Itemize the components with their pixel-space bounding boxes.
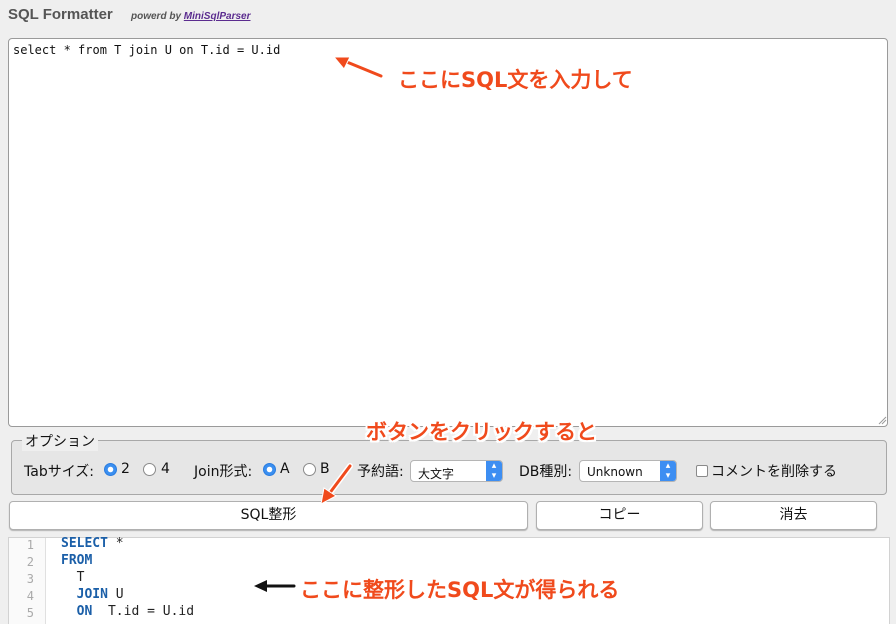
code-line: ON T.id = U.id	[61, 604, 194, 619]
code-text: T.id = U.id	[92, 604, 195, 619]
input-hint-annotation: ここにSQL文を入力して	[398, 68, 633, 92]
tab-size-label: Tabサイズ:	[24, 464, 94, 480]
tab-size-4-label: 4	[161, 461, 170, 477]
options-legend: オプション	[22, 431, 98, 451]
powered-by-text: powerd by	[131, 11, 182, 22]
remove-comments-label: コメントを削除する	[711, 464, 837, 480]
format-sql-button[interactable]: SQL整形	[9, 501, 528, 530]
code-keyword: ON	[61, 604, 93, 619]
code-keyword: FROM	[61, 553, 93, 568]
minisqlparser-link[interactable]: MiniSqlParser	[184, 11, 251, 22]
join-style-b-radio[interactable]	[303, 463, 316, 476]
join-style-a-radio[interactable]	[263, 463, 276, 476]
code-text: T	[61, 570, 85, 585]
code-line: JOIN U	[61, 587, 124, 602]
button-hint-arrow-icon	[320, 463, 353, 505]
reserved-words-label: 予約語:	[357, 464, 404, 480]
tab-size-2-radio[interactable]	[104, 463, 117, 476]
input-hint-arrow-icon	[332, 56, 384, 79]
db-type-label: DB種別:	[519, 464, 573, 480]
select-arrows-icon: ▴ ▾	[486, 461, 502, 481]
code-line: T	[61, 570, 85, 585]
tab-size-4-radio[interactable]	[143, 463, 156, 476]
line-number: 5	[26, 606, 34, 620]
output-hint-annotation: ここに整形したSQL文が得られる	[300, 578, 620, 602]
app-title: SQL Formatter	[8, 6, 113, 23]
code-line: SELECT *	[61, 536, 124, 551]
button-hint-annotation: ボタンをクリックすると	[366, 420, 597, 444]
select-arrows-icon: ▴ ▾	[660, 461, 676, 481]
resize-grip-icon[interactable]	[878, 416, 887, 425]
copy-button[interactable]: コピー	[536, 501, 703, 530]
code-text: U	[107, 587, 124, 602]
tab-size-2-label: 2	[121, 461, 130, 477]
db-type-value: Unknown	[587, 465, 643, 479]
clear-button[interactable]: 消去	[710, 501, 877, 530]
code-line: FROM	[61, 553, 92, 568]
code-keyword: SELECT	[61, 536, 108, 551]
remove-comments-checkbox[interactable]	[696, 465, 708, 477]
reserved-words-select[interactable]: 大文字 ▴ ▾	[410, 460, 503, 482]
line-number: 2	[26, 555, 34, 569]
code-text: *	[107, 536, 124, 551]
line-number: 4	[26, 589, 34, 603]
join-style-label: Join形式:	[194, 464, 253, 480]
output-hint-arrow-icon	[254, 580, 296, 592]
code-keyword: JOIN	[61, 587, 108, 602]
join-style-a-label: A	[280, 461, 290, 477]
line-number: 1	[26, 538, 34, 552]
powered-by: powerd by MiniSqlParser	[131, 11, 251, 22]
line-number: 3	[26, 572, 34, 586]
db-type-select[interactable]: Unknown ▴ ▾	[579, 460, 677, 482]
reserved-words-value: 大文字	[418, 467, 455, 481]
sql-input[interactable]: select * from T join U on T.id = U.id	[8, 38, 888, 427]
